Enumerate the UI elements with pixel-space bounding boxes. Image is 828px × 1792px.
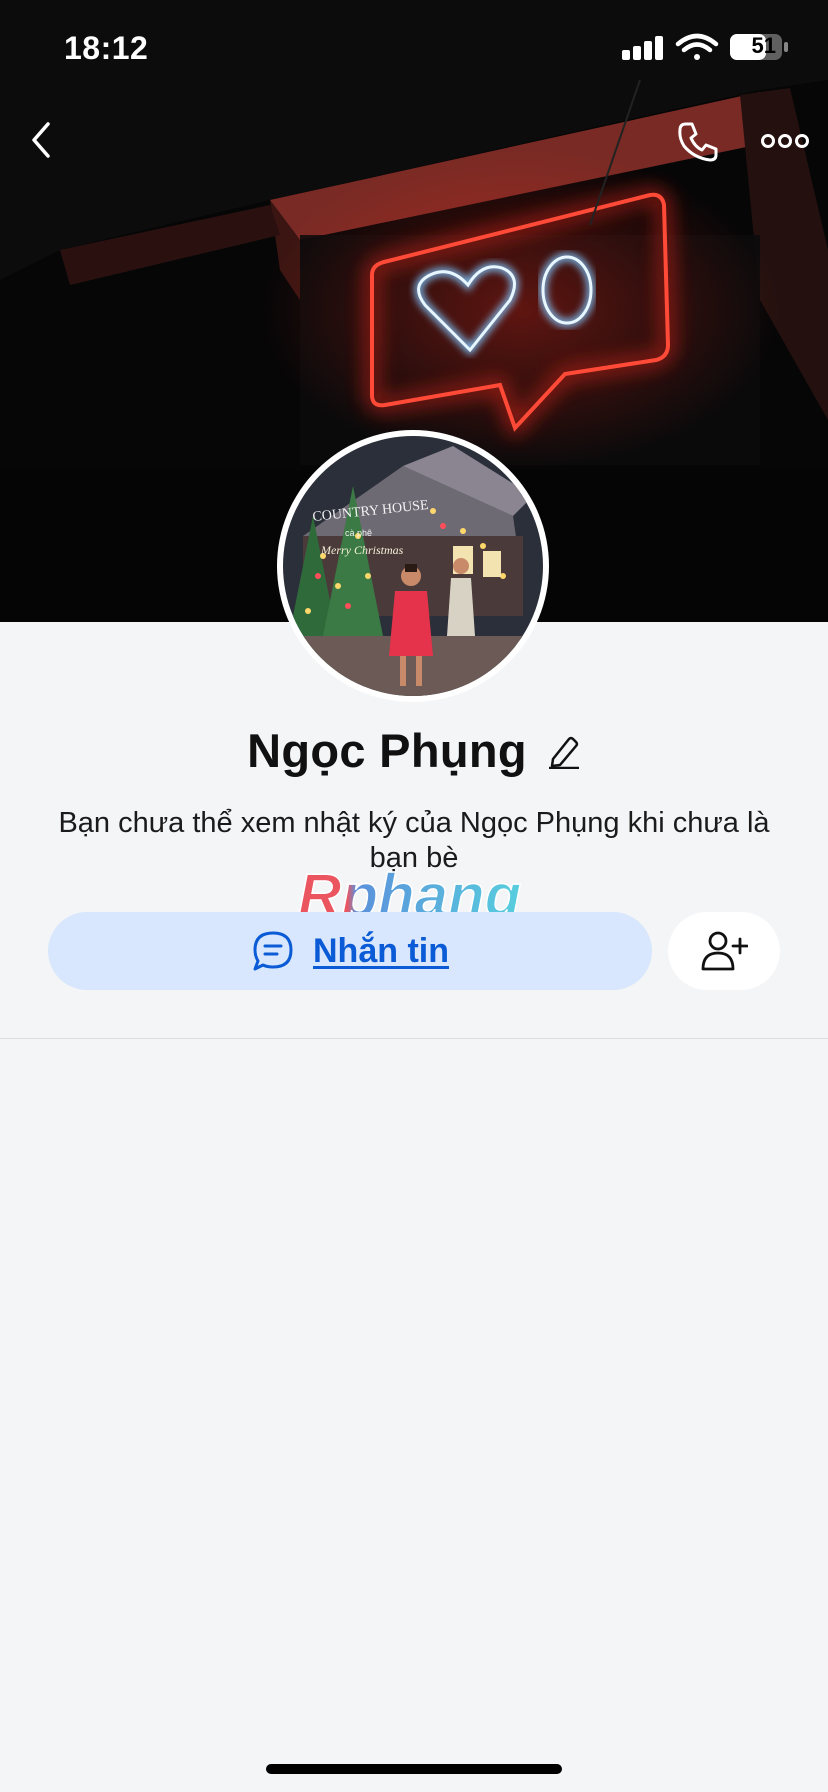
status-bar: 18:12 51 bbox=[0, 0, 828, 100]
avatar-photo: COUNTRY HOUSE cà phê Merry Christmas bbox=[283, 436, 543, 696]
add-friend-icon bbox=[701, 931, 748, 971]
add-friend-button[interactable] bbox=[668, 912, 780, 990]
profile-name: Ngọc Phụng bbox=[247, 723, 527, 777]
avatar-sign-line-3: Merry Christmas bbox=[320, 543, 404, 557]
status-time: 18:12 bbox=[64, 30, 149, 66]
edit-pencil-icon[interactable] bbox=[545, 733, 581, 769]
message-button[interactable]: Nhắn tin bbox=[48, 912, 652, 990]
profile-name-row: Ngọc Phụng bbox=[0, 720, 828, 780]
section-divider bbox=[0, 1038, 828, 1039]
home-indicator[interactable] bbox=[266, 1764, 562, 1774]
back-button[interactable] bbox=[24, 118, 64, 162]
battery-level: 51 bbox=[751, 33, 776, 58]
call-button[interactable] bbox=[674, 118, 722, 166]
avatar-sign-line-2: cà phê bbox=[345, 528, 372, 538]
more-options-icon bbox=[761, 134, 809, 148]
back-arrow-icon bbox=[32, 122, 50, 158]
profile-avatar[interactable]: COUNTRY HOUSE cà phê Merry Christmas bbox=[277, 430, 549, 702]
chat-bubble-icon bbox=[253, 931, 293, 971]
cellular-signal-icon bbox=[622, 36, 663, 60]
phone-icon bbox=[678, 122, 718, 162]
wifi-icon bbox=[675, 33, 719, 60]
message-button-label: Nhắn tin bbox=[313, 931, 449, 970]
more-options-button[interactable] bbox=[760, 128, 810, 154]
